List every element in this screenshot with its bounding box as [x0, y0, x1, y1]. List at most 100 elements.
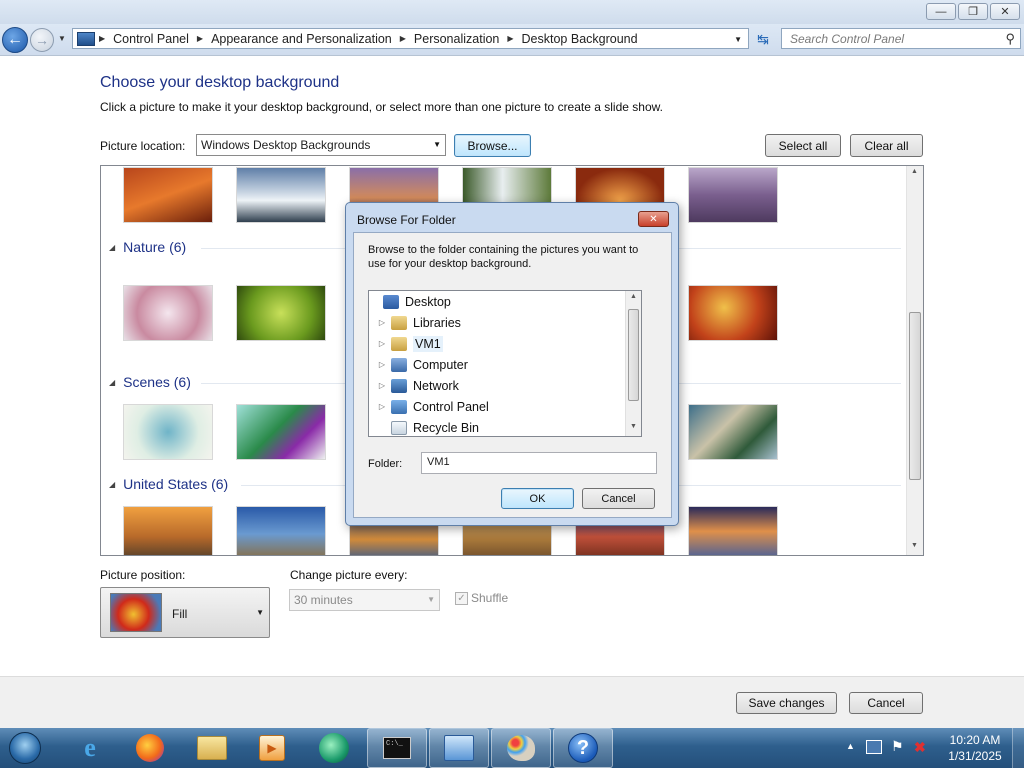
group-header-scenes[interactable]: ◢ Scenes (6) [109, 374, 191, 390]
scroll-thumb[interactable] [628, 309, 639, 401]
breadcrumb-desktop-background[interactable]: Desktop Background [522, 32, 638, 46]
clear-all-button[interactable]: Clear all [850, 134, 923, 157]
wallpaper-thumbnail[interactable] [123, 285, 213, 341]
chevron-right-icon: ▶ [99, 34, 106, 43]
picture-position-select[interactable]: Fill ▼ [100, 587, 270, 638]
start-button[interactable] [0, 728, 50, 768]
search-icon[interactable]: ⚲ [1005, 31, 1015, 47]
page-description: Click a picture to make it your desktop … [100, 100, 663, 114]
taskbar-file-explorer[interactable] [182, 728, 242, 768]
collapse-triangle-icon: ◢ [109, 242, 116, 252]
tree-item-label: VM1 [413, 335, 443, 352]
wallpaper-thumbnail[interactable] [123, 506, 213, 555]
forward-arrow-icon: → [35, 32, 49, 48]
expand-arrow-icon[interactable]: ▷ [377, 339, 387, 348]
scroll-up-icon[interactable]: ▲ [630, 293, 637, 300]
close-icon: ✕ [1000, 6, 1010, 18]
wallpaper-thumbnail[interactable] [688, 167, 778, 223]
network-tray-icon[interactable] [866, 740, 882, 754]
shuffle-checkbox[interactable]: ✓ [455, 592, 468, 605]
wallpaper-thumbnail[interactable] [688, 285, 778, 341]
tree-item-recycle-bin[interactable]: Recycle Bin [377, 417, 479, 438]
tree-item-network[interactable]: ▷ Network [377, 375, 459, 396]
system-clock[interactable]: 10:20 AM 1/31/2025 [940, 732, 1010, 764]
collapse-triangle-icon: ◢ [109, 479, 116, 489]
taskbar-media-center[interactable] [304, 728, 364, 768]
show-desktop-button[interactable] [1012, 728, 1024, 768]
breadcrumb-personalization[interactable]: Personalization [414, 32, 499, 46]
scroll-up-icon[interactable]: ▲ [911, 168, 918, 175]
wallpaper-thumbnail[interactable] [236, 167, 326, 223]
tree-item-desktop[interactable]: Desktop [369, 291, 451, 312]
minimize-button[interactable]: — [926, 3, 956, 20]
search-input[interactable]: Search Control Panel ⚲ [781, 28, 1021, 49]
wallpaper-thumbnail[interactable] [236, 506, 326, 555]
wallpaper-thumbnail[interactable] [236, 404, 326, 460]
wallpaper-thumbnail[interactable] [688, 404, 778, 460]
dialog-title: Browse For Folder [357, 213, 456, 227]
wallpaper-thumbnail[interactable] [236, 285, 326, 341]
tree-item-vm1[interactable]: ▷ VM1 [377, 333, 443, 354]
windows-logo-icon [9, 732, 41, 764]
action-center-flag-icon[interactable]: ⚑ [891, 738, 904, 755]
taskbar-control-panel[interactable] [429, 728, 489, 768]
refresh-button[interactable]: ↹ [752, 29, 774, 49]
select-all-button[interactable]: Select all [765, 134, 841, 157]
cancel-button[interactable]: Cancel [849, 692, 923, 714]
change-interval-select[interactable]: 30 minutes ▼ [289, 589, 440, 611]
picture-position-label: Picture position: [100, 568, 186, 582]
wallpaper-thumbnail[interactable] [688, 506, 778, 555]
restore-button[interactable]: ❐ [958, 3, 988, 20]
libraries-icon [391, 315, 407, 330]
expand-arrow-icon[interactable]: ▷ [377, 360, 387, 369]
gallery-scrollbar[interactable]: ▲ ▼ [906, 166, 923, 555]
media-center-icon [319, 733, 349, 763]
forward-button[interactable]: → [30, 28, 54, 52]
dialog-ok-button[interactable]: OK [501, 488, 574, 509]
tree-scrollbar[interactable]: ▲ ▼ [625, 291, 641, 436]
expand-arrow-icon[interactable]: ▷ [377, 402, 387, 411]
picture-location-value: Windows Desktop Backgrounds [201, 138, 371, 152]
taskbar-command-prompt[interactable]: C:\_ [367, 728, 427, 768]
address-bar[interactable]: ▶ Control Panel ▶ Appearance and Persona… [72, 28, 749, 49]
scroll-down-icon[interactable]: ▼ [911, 542, 918, 549]
back-button[interactable]: ← [2, 27, 28, 53]
close-button[interactable]: ✕ [990, 3, 1020, 20]
folder-tree[interactable]: Desktop ▷ Libraries ▷ VM1 ▷ Computer ▷ Netwo… [368, 290, 642, 437]
breadcrumb-control-panel[interactable]: Control Panel [113, 32, 189, 46]
taskbar-paint[interactable] [491, 728, 551, 768]
scroll-thumb[interactable] [909, 312, 921, 480]
breadcrumb-appearance[interactable]: Appearance and Personalization [211, 32, 392, 46]
recycle-bin-icon [391, 420, 407, 435]
save-changes-button[interactable]: Save changes [736, 692, 837, 714]
group-label: Scenes (6) [123, 374, 191, 390]
dialog-body: Browse to the folder containing the pict… [353, 232, 672, 518]
paint-icon [507, 735, 535, 761]
scroll-down-icon[interactable]: ▼ [630, 423, 637, 430]
address-dropdown-icon[interactable]: ▼ [734, 35, 742, 44]
show-hidden-icons-button[interactable]: ▲ [846, 741, 855, 751]
tree-item-libraries[interactable]: ▷ Libraries [377, 312, 461, 333]
folder-input[interactable]: VM1 [421, 452, 657, 474]
picture-location-select[interactable]: Windows Desktop Backgrounds ▼ [196, 134, 446, 156]
group-header-nature[interactable]: ◢ Nature (6) [109, 239, 186, 255]
minimize-icon: — [935, 5, 947, 18]
tree-item-computer[interactable]: ▷ Computer [377, 354, 468, 375]
browse-button[interactable]: Browse... [454, 134, 531, 157]
recent-pages-dropdown[interactable]: ▼ [58, 34, 66, 43]
expand-arrow-icon[interactable]: ▷ [377, 381, 387, 390]
dialog-cancel-button[interactable]: Cancel [582, 488, 655, 509]
tree-item-control-panel[interactable]: ▷ Control Panel [377, 396, 489, 417]
dialog-close-button[interactable]: ✕ [638, 211, 669, 227]
firefox-icon [136, 734, 164, 762]
expand-arrow-icon[interactable]: ▷ [377, 318, 387, 327]
wallpaper-thumbnail[interactable] [123, 167, 213, 223]
wallpaper-thumbnail[interactable] [123, 404, 213, 460]
taskbar-firefox[interactable] [120, 728, 180, 768]
taskbar-internet-explorer[interactable]: e [60, 728, 120, 768]
group-header-united-states[interactable]: ◢ United States (6) [109, 476, 228, 492]
taskbar-media-player[interactable]: ▶ [242, 728, 302, 768]
taskbar-help[interactable]: ? [553, 728, 613, 768]
volume-muted-icon[interactable]: ✖ [914, 739, 932, 755]
group-label: Nature (6) [123, 239, 187, 255]
